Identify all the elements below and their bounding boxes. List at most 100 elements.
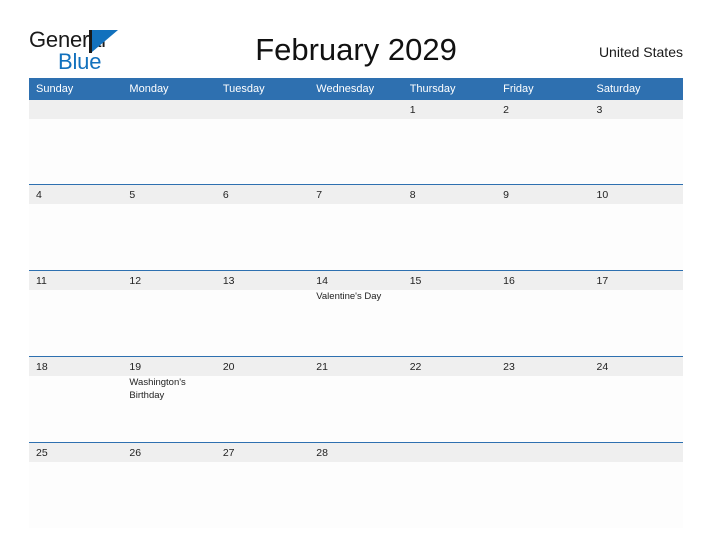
calendar-body: 1 2 3 4 5 6 7 8 9 10 11 12 13 14 15 16 1… xyxy=(29,100,683,528)
day-cell[interactable] xyxy=(496,376,590,442)
day-cell[interactable] xyxy=(402,204,497,270)
day-cell[interactable] xyxy=(402,290,497,356)
day-cell[interactable] xyxy=(589,290,683,356)
day-cell[interactable] xyxy=(496,204,590,270)
day-number[interactable]: 12 xyxy=(122,270,216,290)
day-cell[interactable] xyxy=(29,290,123,356)
day-cell[interactable] xyxy=(589,462,683,528)
day-cell[interactable] xyxy=(29,462,123,528)
day-number[interactable]: 18 xyxy=(29,356,123,376)
region-label: United States xyxy=(598,44,683,60)
day-cell[interactable] xyxy=(496,290,590,356)
day-event-text: Washington's Birthday xyxy=(129,377,186,401)
day-number[interactable]: 5 xyxy=(122,184,216,204)
day-cell[interactable] xyxy=(402,462,497,528)
day-number[interactable]: 24 xyxy=(589,356,683,376)
day-number[interactable]: 17 xyxy=(589,270,683,290)
page-header: General Blue February 2029 United States xyxy=(0,0,712,78)
week-daynumber-row: 4 5 6 7 8 9 10 xyxy=(29,184,683,204)
week-event-row: Valentine's Day xyxy=(29,290,683,356)
day-cell[interactable] xyxy=(29,204,123,270)
weekday-header-sunday: Sunday xyxy=(29,78,123,100)
day-number[interactable]: 6 xyxy=(215,184,310,204)
weekday-header-monday: Monday xyxy=(122,78,216,100)
day-cell[interactable] xyxy=(309,204,403,270)
day-cell[interactable] xyxy=(122,462,216,528)
day-cell[interactable] xyxy=(215,119,310,184)
day-number[interactable]: 21 xyxy=(309,356,403,376)
day-number[interactable]: 16 xyxy=(496,270,590,290)
week-event-row xyxy=(29,204,683,270)
calendar-grid: Sunday Monday Tuesday Wednesday Thursday… xyxy=(29,78,683,528)
day-number[interactable]: 2 xyxy=(496,100,590,119)
day-cell[interactable] xyxy=(215,462,310,528)
day-number[interactable] xyxy=(309,100,403,119)
calendar-week-row: 25 26 27 28 xyxy=(29,442,683,528)
day-number[interactable]: 23 xyxy=(496,356,590,376)
calendar-week-row: 4 5 6 7 8 9 10 xyxy=(29,184,683,270)
day-cell[interactable] xyxy=(215,204,310,270)
day-number[interactable]: 8 xyxy=(402,184,497,204)
weekday-header-wednesday: Wednesday xyxy=(309,78,403,100)
week-event-row xyxy=(29,462,683,528)
day-number[interactable] xyxy=(122,100,216,119)
calendar-weekday-header-row: Sunday Monday Tuesday Wednesday Thursday… xyxy=(29,78,683,100)
day-cell[interactable] xyxy=(589,204,683,270)
week-event-row xyxy=(29,119,683,184)
day-number[interactable]: 11 xyxy=(29,270,123,290)
day-number[interactable] xyxy=(589,442,683,462)
day-cell[interactable] xyxy=(309,119,403,184)
day-number[interactable]: 3 xyxy=(589,100,683,119)
week-event-row: Washington's Birthday xyxy=(29,376,683,442)
weekday-header-tuesday: Tuesday xyxy=(215,78,310,100)
day-number[interactable]: 9 xyxy=(496,184,590,204)
day-cell[interactable] xyxy=(496,119,590,184)
day-number[interactable]: 20 xyxy=(215,356,310,376)
day-number[interactable]: 14 xyxy=(309,270,403,290)
day-cell[interactable] xyxy=(309,376,403,442)
weekday-header-saturday: Saturday xyxy=(589,78,683,100)
day-number[interactable]: 27 xyxy=(215,442,310,462)
day-cell[interactable] xyxy=(29,376,123,442)
calendar-week-row: 11 12 13 14 15 16 17 Valentine's Day xyxy=(29,270,683,356)
week-daynumber-row: 18 19 20 21 22 23 24 xyxy=(29,356,683,376)
week-daynumber-row: 1 2 3 xyxy=(29,100,683,119)
day-number[interactable]: 1 xyxy=(402,100,497,119)
day-number[interactable]: 15 xyxy=(402,270,497,290)
calendar-week-row: 1 2 3 xyxy=(29,100,683,184)
day-cell[interactable]: Washington's Birthday xyxy=(122,376,216,442)
day-cell[interactable] xyxy=(215,376,310,442)
day-event-text: Valentine's Day xyxy=(316,291,382,302)
day-cell[interactable]: Valentine's Day xyxy=(309,290,403,356)
day-number[interactable]: 26 xyxy=(122,442,216,462)
calendar-table: Sunday Monday Tuesday Wednesday Thursday… xyxy=(29,78,683,528)
weekday-header-friday: Friday xyxy=(496,78,590,100)
day-cell[interactable] xyxy=(402,119,497,184)
day-cell[interactable] xyxy=(589,376,683,442)
day-cell[interactable] xyxy=(29,119,123,184)
week-daynumber-row: 11 12 13 14 15 16 17 xyxy=(29,270,683,290)
day-number[interactable] xyxy=(29,100,123,119)
day-number[interactable]: 7 xyxy=(309,184,403,204)
day-cell[interactable] xyxy=(402,376,497,442)
day-cell[interactable] xyxy=(122,204,216,270)
day-number[interactable] xyxy=(496,442,590,462)
day-number[interactable]: 19 xyxy=(122,356,216,376)
day-number[interactable]: 4 xyxy=(29,184,123,204)
day-cell[interactable] xyxy=(309,462,403,528)
day-number[interactable]: 25 xyxy=(29,442,123,462)
day-number[interactable]: 13 xyxy=(215,270,310,290)
day-number[interactable] xyxy=(215,100,310,119)
day-number[interactable]: 10 xyxy=(589,184,683,204)
day-number[interactable]: 22 xyxy=(402,356,497,376)
day-cell[interactable] xyxy=(215,290,310,356)
day-cell[interactable] xyxy=(122,290,216,356)
day-cell[interactable] xyxy=(589,119,683,184)
day-number[interactable] xyxy=(402,442,497,462)
week-daynumber-row: 25 26 27 28 xyxy=(29,442,683,462)
day-number[interactable]: 28 xyxy=(309,442,403,462)
weekday-header-thursday: Thursday xyxy=(402,78,497,100)
calendar-week-row: 18 19 20 21 22 23 24 Washington's Birthd… xyxy=(29,356,683,442)
day-cell[interactable] xyxy=(122,119,216,184)
day-cell[interactable] xyxy=(496,462,590,528)
